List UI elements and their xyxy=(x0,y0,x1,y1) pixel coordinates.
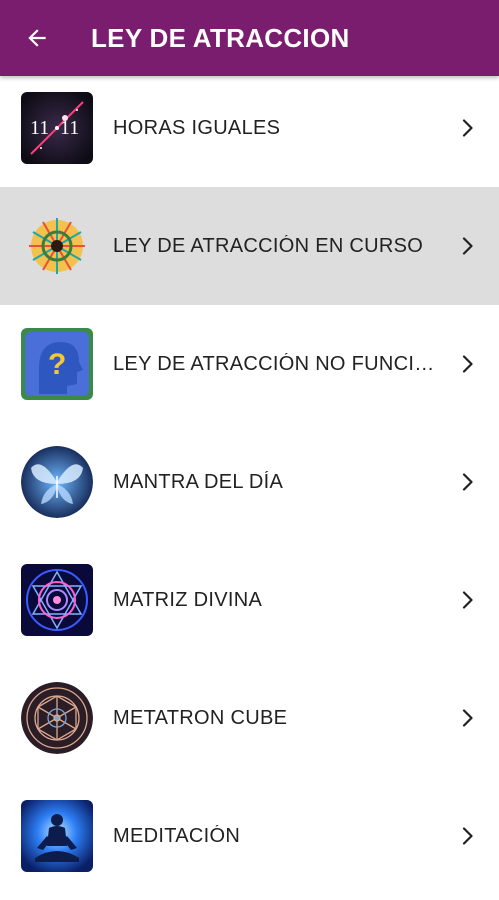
list-item-ley-atraccion-en-curso[interactable]: LEY DE ATRACCIÓN EN CURSO xyxy=(0,187,499,305)
list-item-mantra-del-dia[interactable]: MANTRA DEL DÍA xyxy=(0,423,499,541)
list-item-horas-iguales[interactable]: 11 11 HORAS IGUALES xyxy=(0,69,499,187)
meditation-icon xyxy=(21,800,93,872)
chevron-right-icon xyxy=(459,825,477,847)
list-item-label: MANTRA DEL DÍA xyxy=(113,470,284,493)
app-bar: LEY DE ATRACCION xyxy=(0,0,499,76)
list-item-label: LEY DE ATRACCIÓN NO FUNCIONA xyxy=(113,352,449,375)
back-button[interactable] xyxy=(17,18,57,58)
list-item-label: METATRON CUBE xyxy=(113,706,288,729)
svg-text:11: 11 xyxy=(60,117,79,139)
metatron-cube-icon xyxy=(21,682,93,754)
question-head-icon: ? xyxy=(21,328,93,400)
clock-11-11-icon: 11 11 xyxy=(21,92,93,164)
chevron-right-icon xyxy=(459,589,477,611)
topic-list: 11 11 HORAS IGUALES LEY DE ATRACCIÓN EN … xyxy=(0,69,499,895)
list-item-ley-atraccion-no-funciona[interactable]: ? LEY DE ATRACCIÓN NO FUNCIONA xyxy=(0,305,499,423)
arrow-left-icon xyxy=(28,29,46,47)
sacred-geometry-icon xyxy=(21,564,93,636)
butterfly-icon xyxy=(21,446,93,518)
mandala-burst-icon xyxy=(21,210,93,282)
list-item-label: MATRIZ DIVINA xyxy=(113,588,263,611)
list-item-label: HORAS IGUALES xyxy=(113,116,281,139)
svg-text:?: ? xyxy=(48,348,66,381)
chevron-right-icon xyxy=(459,353,477,375)
list-item-metatron-cube[interactable]: METATRON CUBE xyxy=(0,659,499,777)
list-item-label: MEDITACIÓN xyxy=(113,824,241,847)
list-item-meditacion[interactable]: MEDITACIÓN xyxy=(0,777,499,895)
chevron-right-icon xyxy=(459,707,477,729)
page-title: LEY DE ATRACCION xyxy=(91,22,350,53)
chevron-right-icon xyxy=(459,471,477,493)
list-item-matriz-divina[interactable]: MATRIZ DIVINA xyxy=(0,541,499,659)
list-item-label: LEY DE ATRACCIÓN EN CURSO xyxy=(113,234,424,257)
chevron-right-icon xyxy=(459,117,477,139)
chevron-right-icon xyxy=(459,235,477,257)
svg-text:11: 11 xyxy=(30,117,49,139)
